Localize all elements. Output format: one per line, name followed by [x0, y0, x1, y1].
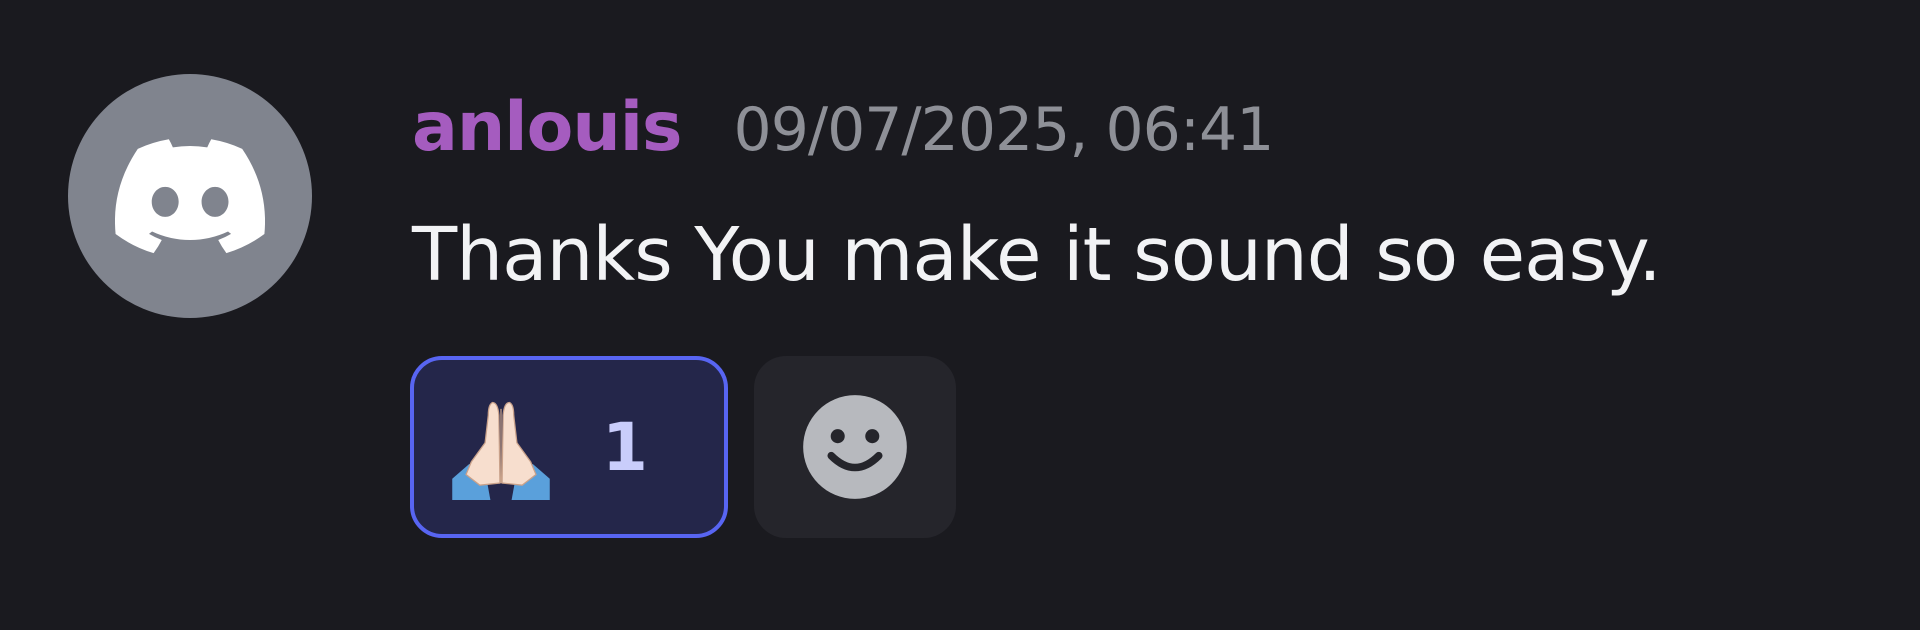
avatar[interactable]: [68, 74, 312, 318]
message-header: anlouis 09/07/2025, 06:41: [412, 88, 1275, 167]
message-content: Thanks You make it sound so easy.: [412, 212, 1662, 298]
discord-logo-icon: [115, 139, 265, 254]
chat-message: anlouis 09/07/2025, 06:41 Thanks You mak…: [0, 0, 1920, 630]
smiley-face-icon: [803, 395, 907, 499]
reactions-bar: 1: [410, 356, 956, 538]
add-reaction-button[interactable]: [754, 356, 956, 538]
folded-hands-emoji-icon: [452, 401, 550, 500]
timestamp: 09/07/2025, 06:41: [733, 95, 1275, 165]
username[interactable]: anlouis: [412, 88, 683, 167]
reaction-folded-hands[interactable]: 1: [410, 356, 728, 538]
reaction-count: 1: [602, 408, 648, 486]
